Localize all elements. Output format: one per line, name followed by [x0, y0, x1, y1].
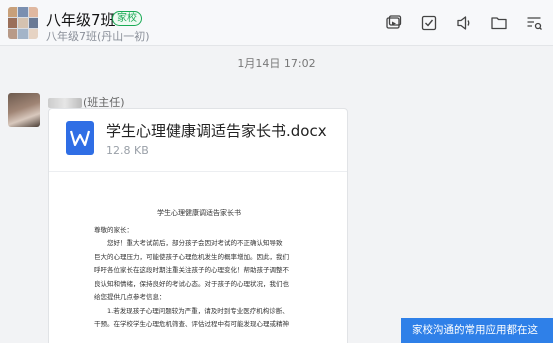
group-avatar[interactable]	[8, 7, 38, 39]
chat-header: 八年级7班 家校 八年级7班(丹山一初)	[0, 0, 553, 46]
list-settings-icon[interactable]	[525, 14, 543, 32]
message-timestamp: 1月14日 17:02	[237, 57, 316, 70]
preview-body: 您好！重大考试前后，部分孩子会因对考试的不正确认知导致 巨大的心理压力，可能使孩…	[94, 237, 312, 332]
group-title[interactable]: 八年级7班	[46, 9, 116, 30]
word-document-icon	[66, 121, 94, 155]
app-promo-banner[interactable]: 家校沟通的常用应用都在这	[401, 318, 553, 343]
preview-line: 巨大的心理压力，可能使孩子心理危机发生的概率增加。因此，我们	[94, 252, 289, 261]
screen-share-icon[interactable]	[385, 14, 403, 32]
preview-greeting: 尊敬的家长：	[94, 226, 133, 234]
school-tag-badge: 家校	[112, 11, 142, 26]
folder-icon[interactable]	[490, 14, 508, 32]
preview-line: 良认知和情绪，保持良好的考试心态。对于孩子的心理状况，我们也	[94, 279, 289, 288]
preview-line: 呼吁各位家长在这段时期注重关注孩子的心理变化！帮助孩子调整不	[94, 266, 289, 274]
preview-title: 学生心理健康调适告家长书	[157, 209, 241, 217]
announcement-icon[interactable]	[455, 14, 473, 32]
preview-line: 1.若发现孩子心理问题较为严重，请及时到专业医疗机构诊断、	[107, 306, 289, 315]
file-name[interactable]: 学生心理健康调适告家长书.docx	[106, 120, 327, 141]
file-size: 12.8 KB	[106, 144, 149, 157]
preview-line: 干预。在学校学生心理危机筛查、评估过程中有可能发现心理或精神	[94, 320, 289, 328]
header-toolbar	[385, 14, 543, 32]
document-preview[interactable]: 学生心理健康调适告家长书 尊敬的家长： 您好！重大考试前后，部分孩子会因对考试的…	[49, 171, 347, 343]
sender-avatar[interactable]	[8, 93, 40, 127]
file-message-card[interactable]: 学生心理健康调适告家长书.docx 12.8 KB 学生心理健康调适告家长书 尊…	[48, 108, 348, 343]
checklist-icon[interactable]	[420, 14, 438, 32]
group-subtitle: 八年级7班(丹山一初)	[46, 30, 150, 43]
redacted-name-block	[48, 98, 82, 108]
preview-line: 给您提供几点参考信息：	[94, 293, 166, 301]
preview-line: 您好！重大考试前后，部分孩子会因对考试的不正确认知导致	[107, 239, 283, 247]
